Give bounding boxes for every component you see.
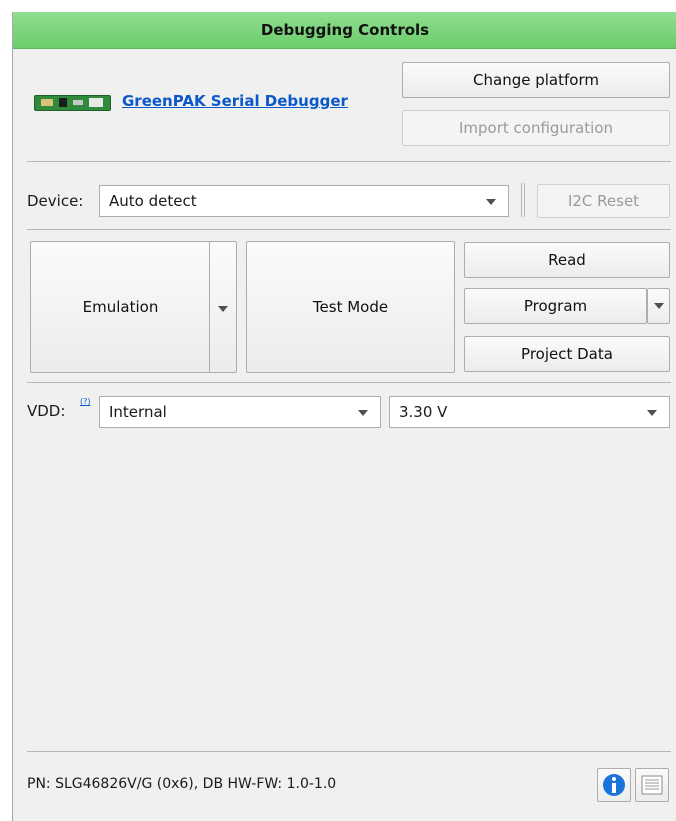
green-circuit-board-icon <box>34 95 111 111</box>
chevron-down-icon <box>647 410 657 416</box>
chevron-down-icon <box>218 306 228 312</box>
program-dropdown-button[interactable] <box>647 288 670 324</box>
divider <box>27 161 671 162</box>
status-text: PN: SLG46826V/G (0x6), DB HW-FW: 1.0-1.0 <box>27 776 337 792</box>
debugging-controls-panel: Debugging Controls GreenPAK Serial Debug… <box>12 12 676 821</box>
import-configuration-button[interactable]: Import configuration <box>402 110 670 146</box>
device-select-value: Auto detect <box>109 192 197 210</box>
divider <box>27 382 671 383</box>
info-icon[interactable] <box>597 768 631 802</box>
device-select[interactable]: Auto detect <box>99 185 509 217</box>
divider <box>521 183 525 217</box>
vdd-label: VDD: <box>27 402 66 420</box>
vdd-source-select[interactable]: Internal <box>99 396 381 428</box>
device-label: Device: <box>27 192 84 210</box>
divider <box>27 229 671 230</box>
greenpak-serial-debugger-link[interactable]: GreenPAK Serial Debugger <box>122 92 348 110</box>
log-window-icon[interactable] <box>635 768 669 802</box>
vdd-voltage-select[interactable]: 3.30 V <box>389 396 670 428</box>
chevron-down-icon <box>486 199 496 205</box>
change-platform-button[interactable]: Change platform <box>402 62 670 98</box>
test-mode-button[interactable]: Test Mode <box>246 241 455 373</box>
emulation-dropdown-button[interactable] <box>209 241 237 373</box>
vdd-source-value: Internal <box>109 403 167 421</box>
emulation-button[interactable]: Emulation <box>30 241 211 373</box>
vdd-voltage-value: 3.30 V <box>399 403 448 421</box>
chevron-down-icon <box>358 410 368 416</box>
divider <box>27 751 671 752</box>
program-button[interactable]: Program <box>464 288 647 324</box>
chevron-down-icon <box>654 303 664 309</box>
i2c-reset-button[interactable]: I2C Reset <box>537 184 670 218</box>
vdd-help-icon[interactable]: (?) <box>80 397 91 406</box>
project-data-button[interactable]: Project Data <box>464 336 670 372</box>
read-button[interactable]: Read <box>464 242 670 278</box>
panel-title: Debugging Controls <box>13 12 676 49</box>
